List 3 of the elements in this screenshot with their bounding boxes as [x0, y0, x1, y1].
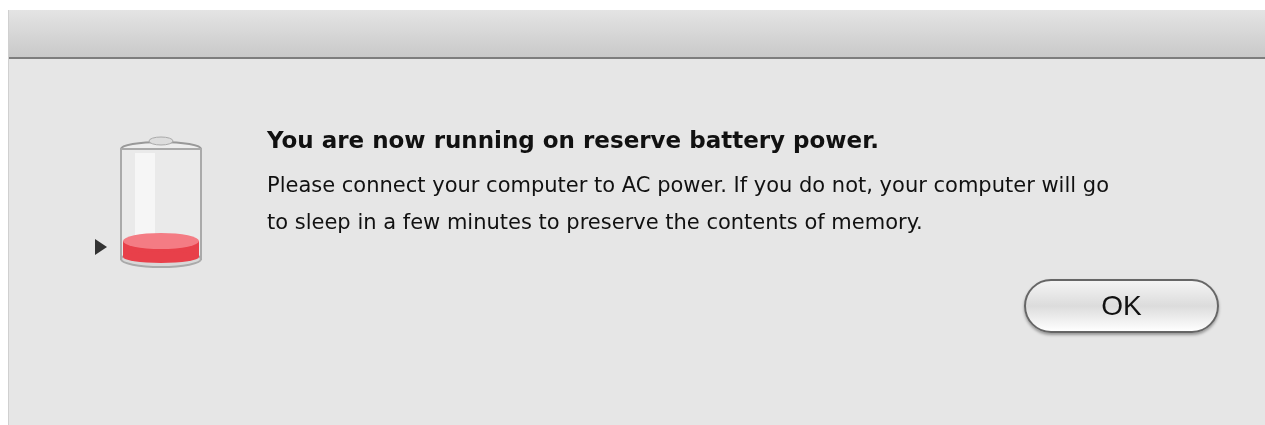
ok-button[interactable]: OK [1024, 279, 1219, 333]
alert-message: Please connect your computer to AC power. If you do not, your computer will go to sleep in a few minutes to preserve the contents of memory. [267, 172, 1110, 236]
alert-title: You are now running on reserve battery power. [267, 127, 880, 153]
